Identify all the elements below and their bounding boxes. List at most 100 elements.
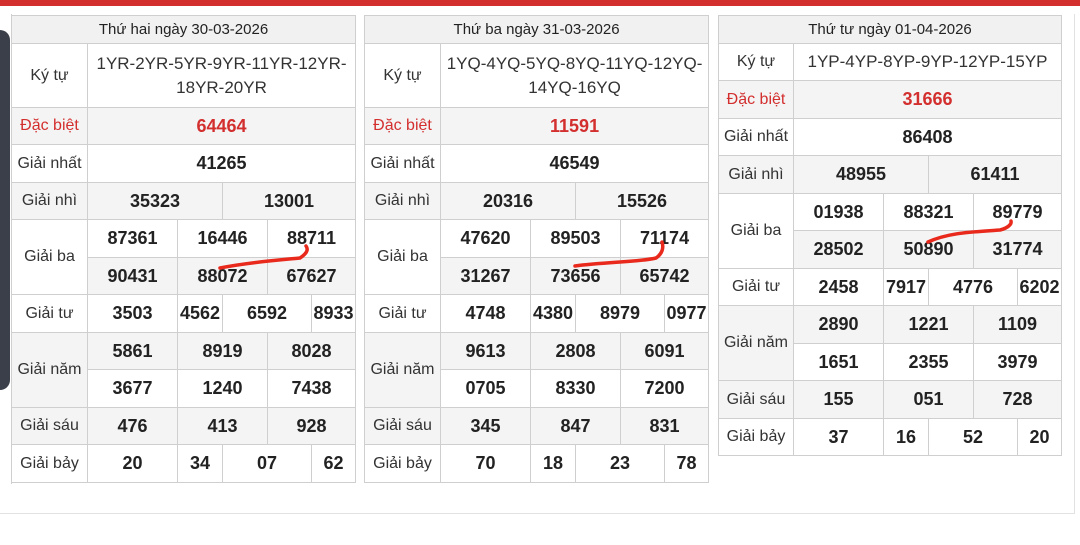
prize-number: 1109 bbox=[972, 305, 1063, 344]
lottery-code-line: 18YR-20YR bbox=[176, 77, 267, 97]
top-accent-bar bbox=[0, 0, 1080, 6]
prize-number: 71174 bbox=[619, 219, 710, 258]
lottery-code-line: 14YQ-16YQ bbox=[528, 77, 621, 97]
special-prize-label: Đặc biệt bbox=[11, 107, 88, 145]
prize-number: 18 bbox=[530, 444, 576, 483]
prize-number: 728 bbox=[972, 380, 1063, 419]
prize-number: 4748 bbox=[440, 294, 531, 333]
prize-number: 831 bbox=[619, 407, 710, 445]
prize-number: 87361 bbox=[87, 219, 178, 258]
fifth-prize-label: Giải năm bbox=[718, 305, 794, 381]
prize-number: 88072 bbox=[177, 257, 268, 295]
second-prize-label: Giải nhì bbox=[364, 182, 441, 220]
prize-number: 23 bbox=[575, 444, 665, 483]
prize-number: 28502 bbox=[793, 230, 884, 269]
code-label: Ký tự bbox=[11, 43, 88, 108]
lottery-code: 1YP-4YP-8YP-9YP-12YP-15YP bbox=[792, 43, 1063, 81]
prize-number: 6202 bbox=[1016, 268, 1063, 306]
prize-number: 89779 bbox=[972, 193, 1063, 231]
prize-number: 89503 bbox=[530, 219, 621, 258]
second-prize-label: Giải nhì bbox=[11, 182, 88, 220]
prize-number: 413 bbox=[177, 407, 268, 445]
divider bbox=[1074, 14, 1075, 514]
prize-number: 90431 bbox=[87, 257, 178, 295]
first-prize-label: Giải nhất bbox=[364, 144, 441, 183]
prize-number: 7200 bbox=[619, 369, 710, 408]
lottery-code: 1YR-2YR-5YR-9YR-11YR-12YR- 18YR-20YR bbox=[86, 43, 357, 108]
prize-number: 70 bbox=[440, 444, 531, 483]
seventh-prize-label: Giải bảy bbox=[11, 444, 88, 483]
prize-number: 8330 bbox=[530, 369, 621, 408]
prize-number: 88321 bbox=[883, 193, 974, 231]
prize-number: 16446 bbox=[177, 219, 268, 258]
fifth-prize-label: Giải năm bbox=[11, 332, 88, 408]
lottery-table-wednesday: Thứ tư ngày 01-04-2026 Ký tự 1YP-4YP-8YP… bbox=[717, 15, 1063, 456]
table-date-header: Thứ tư ngày 01-04-2026 bbox=[717, 15, 1063, 44]
code-label: Ký tự bbox=[364, 43, 441, 108]
prize-number: 7438 bbox=[266, 369, 357, 408]
prize-number: 051 bbox=[883, 380, 974, 419]
prize-number: 15526 bbox=[574, 182, 710, 220]
prize-number: 8933 bbox=[310, 294, 357, 333]
fourth-prize-label: Giải tư bbox=[11, 294, 88, 333]
prize-number: 5861 bbox=[87, 332, 178, 370]
side-panel-edge[interactable] bbox=[0, 30, 10, 390]
table-date-header: Thứ ba ngày 31-03-2026 bbox=[363, 15, 710, 44]
prize-number: 0977 bbox=[663, 294, 710, 333]
prize-number: 20 bbox=[1016, 418, 1063, 456]
prize-number: 65742 bbox=[619, 257, 710, 295]
prize-number: 476 bbox=[87, 407, 178, 445]
first-prize-value: 46549 bbox=[439, 144, 710, 183]
prize-number: 52 bbox=[928, 418, 1018, 456]
prize-number: 3503 bbox=[87, 294, 178, 333]
prize-number: 31267 bbox=[440, 257, 531, 295]
prize-number: 01938 bbox=[793, 193, 884, 231]
second-prize-label: Giải nhì bbox=[718, 155, 794, 194]
special-prize-value: 11591 bbox=[439, 107, 710, 145]
prize-number: 2808 bbox=[530, 332, 621, 370]
lottery-code: 1YQ-4YQ-5YQ-8YQ-11YQ-12YQ- 14YQ-16YQ bbox=[439, 43, 710, 108]
prize-number: 34 bbox=[177, 444, 223, 483]
prize-number: 07 bbox=[222, 444, 312, 483]
prize-number: 155 bbox=[793, 380, 884, 419]
prize-number: 2355 bbox=[883, 343, 974, 381]
first-prize-value: 86408 bbox=[792, 118, 1063, 156]
prize-number: 1651 bbox=[793, 343, 884, 381]
prize-number: 61411 bbox=[927, 155, 1063, 194]
fifth-prize-label: Giải năm bbox=[364, 332, 441, 408]
prize-number: 88711 bbox=[266, 219, 357, 258]
prize-number: 3677 bbox=[87, 369, 178, 408]
prize-number: 73656 bbox=[530, 257, 621, 295]
prize-number: 1221 bbox=[883, 305, 974, 344]
prize-number: 37 bbox=[793, 418, 884, 456]
prize-number: 0705 bbox=[440, 369, 531, 408]
lottery-code-line: 1YR-2YR-5YR-9YR-11YR-12YR- bbox=[96, 53, 347, 73]
prize-number: 7917 bbox=[883, 268, 929, 306]
fourth-prize-label: Giải tư bbox=[364, 294, 441, 333]
prize-number: 8979 bbox=[575, 294, 665, 333]
prize-number: 50890 bbox=[883, 230, 974, 269]
first-prize-label: Giải nhất bbox=[11, 144, 88, 183]
sixth-prize-label: Giải sáu bbox=[718, 380, 794, 419]
prize-number: 345 bbox=[440, 407, 531, 445]
prize-number: 8028 bbox=[266, 332, 357, 370]
prize-number: 928 bbox=[266, 407, 357, 445]
prize-number: 13001 bbox=[221, 182, 357, 220]
prize-number: 2890 bbox=[793, 305, 884, 344]
prize-number: 847 bbox=[530, 407, 621, 445]
special-prize-label: Đặc biệt bbox=[364, 107, 441, 145]
prize-number: 31774 bbox=[972, 230, 1063, 269]
prize-number: 1240 bbox=[177, 369, 268, 408]
prize-number: 47620 bbox=[440, 219, 531, 258]
prize-number: 78 bbox=[663, 444, 710, 483]
prize-number: 35323 bbox=[87, 182, 223, 220]
special-prize-value: 31666 bbox=[792, 80, 1063, 119]
table-date-header: Thứ hai ngày 30-03-2026 bbox=[10, 15, 357, 44]
lottery-table-monday: Thứ hai ngày 30-03-2026 Ký tự 1YR-2YR-5Y… bbox=[10, 15, 357, 483]
prize-number: 8919 bbox=[177, 332, 268, 370]
prize-number: 48955 bbox=[793, 155, 929, 194]
third-prize-label: Giải ba bbox=[364, 219, 441, 295]
prize-number: 6592 bbox=[222, 294, 312, 333]
prize-number: 3979 bbox=[972, 343, 1063, 381]
prize-number: 62 bbox=[310, 444, 357, 483]
